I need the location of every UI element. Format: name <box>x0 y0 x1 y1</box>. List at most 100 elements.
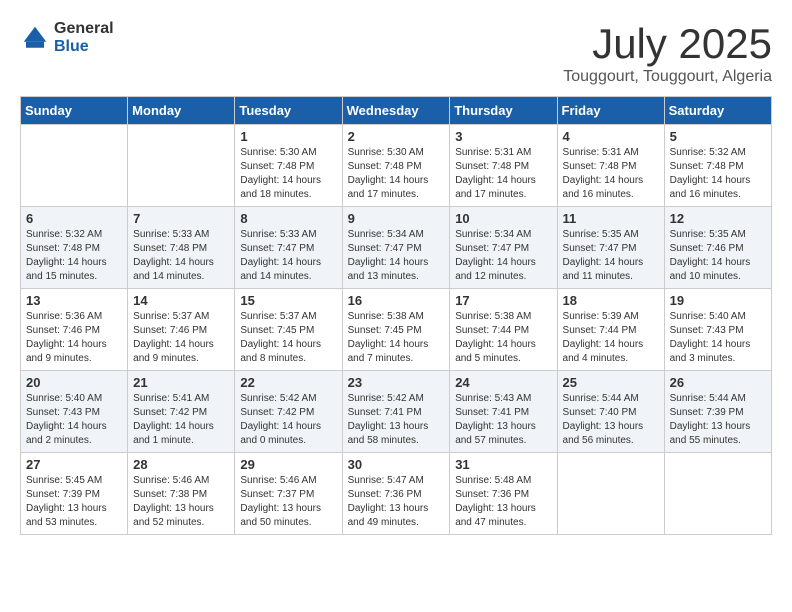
day-info: Sunrise: 5:46 AMSunset: 7:37 PMDaylight:… <box>240 474 336 530</box>
day-number: 13 <box>26 293 122 308</box>
day-number: 4 <box>563 129 659 144</box>
location-title: Touggourt, Touggourt, Algeria <box>563 68 772 86</box>
logo-icon <box>20 23 50 53</box>
page-header: General Blue July 2025 Touggourt, Touggo… <box>20 20 772 86</box>
calendar-cell: 25 Sunrise: 5:44 AMSunset: 7:40 PMDayligh… <box>557 371 664 453</box>
calendar-cell: 23Sunrise: 5:42 AMSunset: 7:41 PMDayligh… <box>342 371 450 453</box>
day-number: 22 <box>240 375 336 390</box>
day-info: Sunrise: 5:34 AMSunset: 7:47 PMDaylight:… <box>455 228 551 284</box>
day-info: Sunrise: 5:43 AMSunset: 7:41 PMDaylight:… <box>455 392 551 448</box>
calendar-week-row: 27 Sunrise: 5:45 AMSunset: 7:39 PMDayligh… <box>21 453 772 535</box>
day-number: 23 <box>348 375 445 390</box>
calendar-week-row: 13 Sunrise: 5:36 AMSunset: 7:46 PMDayligh… <box>21 289 772 371</box>
calendar-cell: 7 Sunrise: 5:33 AMSunset: 7:48 PMDaylight… <box>128 207 235 289</box>
weekday-header: Saturday <box>664 97 771 125</box>
day-number: 29 <box>240 457 336 472</box>
day-info: Sunrise: 5:30 AMSunset: 7:48 PMDaylight:… <box>240 146 336 202</box>
day-info: Sunrise: 5:32 AMSunset: 7:48 PMDaylight:… <box>26 228 122 284</box>
day-number: 5 <box>670 129 766 144</box>
day-info: Sunrise: 5:44 AMSunset: 7:39 PMDaylight:… <box>670 392 766 448</box>
day-number: 8 <box>240 211 336 226</box>
calendar-cell: 19 Sunrise: 5:40 AMSunset: 7:43 PMDayligh… <box>664 289 771 371</box>
day-number: 7 <box>133 211 229 226</box>
day-info: Sunrise: 5:42 AMSunset: 7:42 PMDaylight:… <box>240 392 336 448</box>
day-number: 19 <box>670 293 766 308</box>
logo-text: General Blue <box>54 20 114 55</box>
day-info: Sunrise: 5:30 AMSunset: 7:48 PMDaylight:… <box>348 146 445 202</box>
day-info: Sunrise: 5:48 AMSunset: 7:36 PMDaylight:… <box>455 474 551 530</box>
calendar-cell: 3 Sunrise: 5:31 AMSunset: 7:48 PMDaylight… <box>450 125 557 207</box>
day-info: Sunrise: 5:47 AMSunset: 7:36 PMDaylight:… <box>348 474 445 530</box>
calendar-cell: 4 Sunrise: 5:31 AMSunset: 7:48 PMDaylight… <box>557 125 664 207</box>
day-info: Sunrise: 5:32 AMSunset: 7:48 PMDaylight:… <box>670 146 766 202</box>
day-info: Sunrise: 5:37 AMSunset: 7:45 PMDaylight:… <box>240 310 336 366</box>
calendar-cell: 20Sunrise: 5:40 AMSunset: 7:43 PMDayligh… <box>21 371 128 453</box>
day-number: 11 <box>563 211 659 226</box>
day-info: Sunrise: 5:31 AMSunset: 7:48 PMDaylight:… <box>563 146 659 202</box>
calendar-cell: 28 Sunrise: 5:46 AMSunset: 7:38 PMDayligh… <box>128 453 235 535</box>
day-info: Sunrise: 5:33 AMSunset: 7:47 PMDaylight:… <box>240 228 336 284</box>
weekday-header: Tuesday <box>235 97 342 125</box>
day-number: 28 <box>133 457 229 472</box>
day-number: 25 <box>563 375 659 390</box>
calendar-header-row: SundayMondayTuesdayWednesdayThursdayFrid… <box>21 97 772 125</box>
day-number: 14 <box>133 293 229 308</box>
day-info: Sunrise: 5:44 AMSunset: 7:40 PMDaylight:… <box>563 392 659 448</box>
day-number: 17 <box>455 293 551 308</box>
day-info: Sunrise: 5:36 AMSunset: 7:46 PMDaylight:… <box>26 310 122 366</box>
weekday-header: Thursday <box>450 97 557 125</box>
calendar-cell <box>21 125 128 207</box>
calendar-cell: 31 Sunrise: 5:48 AMSunset: 7:36 PMDayligh… <box>450 453 557 535</box>
calendar-cell <box>664 453 771 535</box>
day-info: Sunrise: 5:46 AMSunset: 7:38 PMDaylight:… <box>133 474 229 530</box>
day-number: 16 <box>348 293 445 308</box>
day-info: Sunrise: 5:37 AMSunset: 7:46 PMDaylight:… <box>133 310 229 366</box>
weekday-header: Friday <box>557 97 664 125</box>
day-info: Sunrise: 5:40 AMSunset: 7:43 PMDaylight:… <box>670 310 766 366</box>
day-number: 24 <box>455 375 551 390</box>
day-info: Sunrise: 5:33 AMSunset: 7:48 PMDaylight:… <box>133 228 229 284</box>
calendar-cell: 5 Sunrise: 5:32 AMSunset: 7:48 PMDaylight… <box>664 125 771 207</box>
day-number: 27 <box>26 457 122 472</box>
weekday-header: Wednesday <box>342 97 450 125</box>
day-number: 15 <box>240 293 336 308</box>
weekday-header: Sunday <box>21 97 128 125</box>
calendar-cell: 10 Sunrise: 5:34 AMSunset: 7:47 PMDayligh… <box>450 207 557 289</box>
day-number: 18 <box>563 293 659 308</box>
day-info: Sunrise: 5:35 AMSunset: 7:46 PMDaylight:… <box>670 228 766 284</box>
day-info: Sunrise: 5:39 AMSunset: 7:44 PMDaylight:… <box>563 310 659 366</box>
day-number: 10 <box>455 211 551 226</box>
calendar-cell: 21Sunrise: 5:41 AMSunset: 7:42 PMDayligh… <box>128 371 235 453</box>
calendar-cell: 9Sunrise: 5:34 AMSunset: 7:47 PMDaylight… <box>342 207 450 289</box>
calendar-week-row: 1Sunrise: 5:30 AMSunset: 7:48 PMDaylight… <box>21 125 772 207</box>
calendar-cell: 17 Sunrise: 5:38 AMSunset: 7:44 PMDayligh… <box>450 289 557 371</box>
day-number: 9 <box>348 211 445 226</box>
calendar-cell: 8 Sunrise: 5:33 AMSunset: 7:47 PMDaylight… <box>235 207 342 289</box>
calendar-week-row: 6Sunrise: 5:32 AMSunset: 7:48 PMDaylight… <box>21 207 772 289</box>
day-number: 31 <box>455 457 551 472</box>
day-info: Sunrise: 5:38 AMSunset: 7:44 PMDaylight:… <box>455 310 551 366</box>
day-number: 30 <box>348 457 445 472</box>
calendar-cell: 6Sunrise: 5:32 AMSunset: 7:48 PMDaylight… <box>21 207 128 289</box>
day-info: Sunrise: 5:31 AMSunset: 7:48 PMDaylight:… <box>455 146 551 202</box>
calendar-cell: 15 Sunrise: 5:37 AMSunset: 7:45 PMDayligh… <box>235 289 342 371</box>
calendar-cell: 26Sunrise: 5:44 AMSunset: 7:39 PMDayligh… <box>664 371 771 453</box>
calendar-cell: 24 Sunrise: 5:43 AMSunset: 7:41 PMDayligh… <box>450 371 557 453</box>
logo-blue: Blue <box>54 38 114 56</box>
logo-general: General <box>54 20 114 38</box>
calendar-cell: 1Sunrise: 5:30 AMSunset: 7:48 PMDaylight… <box>235 125 342 207</box>
day-number: 3 <box>455 129 551 144</box>
day-info: Sunrise: 5:40 AMSunset: 7:43 PMDaylight:… <box>26 392 122 448</box>
day-info: Sunrise: 5:45 AMSunset: 7:39 PMDaylight:… <box>26 474 122 530</box>
day-info: Sunrise: 5:38 AMSunset: 7:45 PMDaylight:… <box>348 310 445 366</box>
month-title: July 2025 <box>563 20 772 68</box>
calendar-cell: 29 Sunrise: 5:46 AMSunset: 7:37 PMDayligh… <box>235 453 342 535</box>
calendar-cell: 2Sunrise: 5:30 AMSunset: 7:48 PMDaylight… <box>342 125 450 207</box>
title-area: July 2025 Touggourt, Touggourt, Algeria <box>563 20 772 86</box>
logo: General Blue <box>20 20 114 55</box>
calendar-cell: 11Sunrise: 5:35 AMSunset: 7:47 PMDayligh… <box>557 207 664 289</box>
calendar-cell: 27 Sunrise: 5:45 AMSunset: 7:39 PMDayligh… <box>21 453 128 535</box>
day-number: 21 <box>133 375 229 390</box>
calendar-cell: 14 Sunrise: 5:37 AMSunset: 7:46 PMDayligh… <box>128 289 235 371</box>
weekday-header: Monday <box>128 97 235 125</box>
